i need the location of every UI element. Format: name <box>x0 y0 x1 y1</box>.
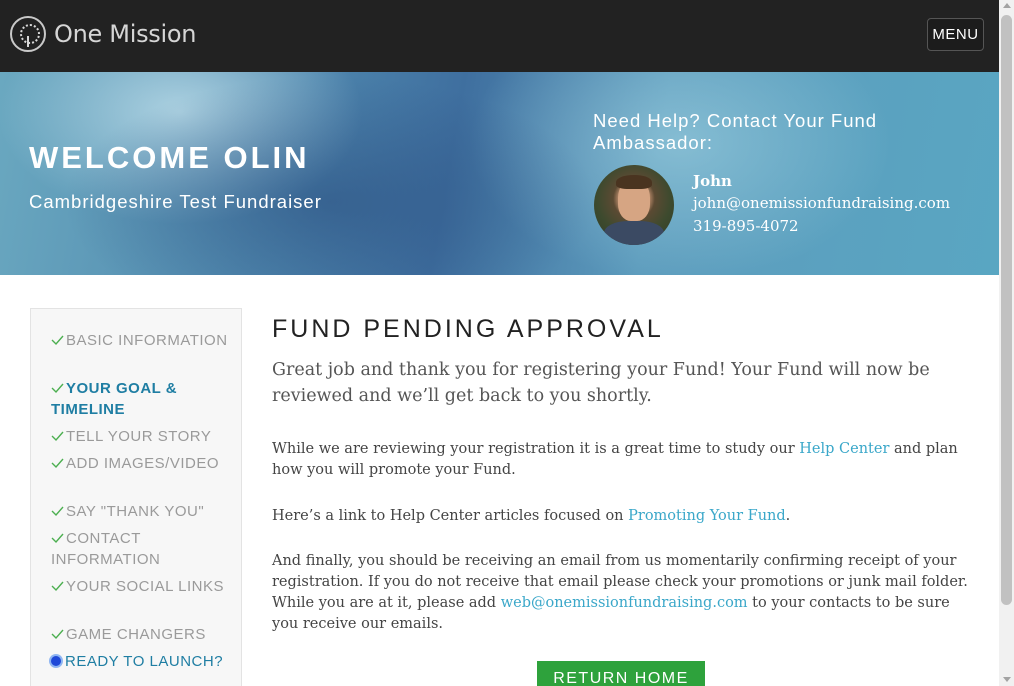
ambassador-avatar <box>594 165 674 245</box>
step-your-social-links[interactable]: YOUR SOCIAL LINKS <box>51 576 231 597</box>
radio-dot-icon <box>51 656 61 666</box>
help-center-link[interactable]: Help Center <box>799 441 889 457</box>
page-scrollbar[interactable] <box>999 0 1014 686</box>
registration-steps-sidebar: BASIC INFORMATION YOUR GOAL & TIMELINE T… <box>30 308 242 686</box>
one-mission-logo[interactable]: One Mission <box>10 16 196 52</box>
ambassador-phone: 319-895-4072 <box>693 217 799 235</box>
lead-message: Great job and thank you for registering … <box>272 360 930 406</box>
ambassador-name: John <box>693 172 732 190</box>
check-icon <box>51 383 64 394</box>
step-contact-information[interactable]: CONTACT INFORMATION <box>51 528 231 570</box>
return-home-button[interactable]: RETURN HOME <box>537 661 705 686</box>
step-ready-to-launch[interactable]: READY TO LAUNCH? <box>51 651 231 672</box>
check-icon <box>51 533 64 544</box>
fund-name: Cambridgeshire Test Fundraiser <box>29 191 322 212</box>
ambassador-help-heading: Need Help? Contact Your Fund Ambassador: <box>593 110 878 153</box>
step-game-changers[interactable]: GAME CHANGERS <box>51 624 231 645</box>
scroll-down-arrow-icon[interactable] <box>1003 677 1011 682</box>
step-add-images-video[interactable]: ADD IMAGES/VIDEO <box>51 453 231 474</box>
tree-logo-icon <box>10 16 46 52</box>
step-tell-your-story[interactable]: TELL YOUR STORY <box>51 426 231 447</box>
email-paragraph: And finally, you should be receiving an … <box>272 553 968 632</box>
promoting-paragraph: Here’s a link to Help Center articles fo… <box>272 508 791 524</box>
ambassador-email-link[interactable]: john@onemissionfundraising.com <box>693 194 950 212</box>
top-navbar: One Mission MENU <box>0 0 999 72</box>
check-icon <box>51 629 64 640</box>
help-center-paragraph: While we are reviewing your registration… <box>272 441 958 478</box>
check-icon <box>51 431 64 442</box>
welcome-hero-banner: WELCOME OLIN Cambridgeshire Test Fundrai… <box>0 72 999 275</box>
logo-text: One Mission <box>54 20 197 48</box>
check-icon <box>51 458 64 469</box>
menu-button[interactable]: MENU <box>927 18 984 51</box>
check-icon <box>51 581 64 592</box>
welcome-heading: WELCOME OLIN <box>29 140 310 175</box>
scrollbar-thumb[interactable] <box>1001 15 1012 605</box>
step-your-goal-timeline[interactable]: YOUR GOAL & TIMELINE <box>51 378 231 420</box>
web-email-link[interactable]: web@onemissionfundraising.com <box>501 595 748 611</box>
check-icon <box>51 335 64 346</box>
step-say-thank-you[interactable]: SAY "THANK YOU" <box>51 501 231 522</box>
promoting-your-fund-link[interactable]: Promoting Your Fund <box>628 508 786 524</box>
step-basic-information[interactable]: BASIC INFORMATION <box>51 330 231 351</box>
page-title: FUND PENDING APPROVAL <box>272 315 664 343</box>
scroll-up-arrow-icon[interactable] <box>1003 3 1011 8</box>
check-icon <box>51 506 64 517</box>
